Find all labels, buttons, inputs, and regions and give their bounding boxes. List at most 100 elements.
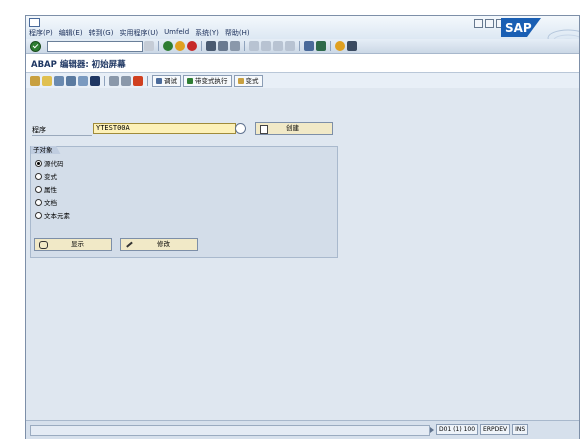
delete-icon[interactable] <box>109 76 119 86</box>
minimize-icon[interactable] <box>474 19 483 28</box>
last-page-icon[interactable] <box>285 41 295 51</box>
check-icon[interactable] <box>42 76 52 86</box>
main-content: 程序 YTEST00A 创建 子对象 源代码 变式 属性 文档 文本元素 显示 … <box>26 88 579 420</box>
execute-icon[interactable] <box>133 76 143 86</box>
display-label: 显示 <box>71 240 84 248</box>
save-icon[interactable] <box>144 41 154 51</box>
status-bar: D01 (1) 100 ERPDEV INS <box>26 420 579 439</box>
svg-text:SAP: SAP <box>505 21 532 35</box>
execute-variant-label: 带变式执行 <box>195 77 228 85</box>
variants-label: 变式 <box>245 77 259 85</box>
radio-label: 属性 <box>44 186 57 194</box>
radio-empty-icon <box>35 185 42 193</box>
menu-goto[interactable]: 转到(G) <box>89 28 114 38</box>
info-icon[interactable] <box>90 76 100 86</box>
menu-help[interactable]: 帮助(H) <box>225 28 250 38</box>
debug-label: 调试 <box>164 77 177 85</box>
search-help-icon[interactable] <box>235 123 246 134</box>
radio-text-elements[interactable]: 文本元素 <box>35 210 70 220</box>
radio-empty-icon <box>35 211 42 219</box>
new-session-icon[interactable] <box>304 41 314 51</box>
copy-icon[interactable] <box>121 76 131 86</box>
menu-utilities[interactable]: 实用程序(U) <box>119 28 158 38</box>
cancel-icon[interactable] <box>187 41 197 51</box>
menu-bar: 程序(P) 编辑(E) 转到(G) 实用程序(U) Umfeld 系统(Y) 帮… <box>29 28 250 38</box>
standard-toolbar <box>26 39 579 54</box>
execute-variant-icon <box>187 78 193 84</box>
status-fields: D01 (1) 100 ERPDEV INS <box>430 424 529 435</box>
where-used-icon[interactable] <box>78 76 88 86</box>
menu-edit[interactable]: 编辑(E) <box>59 28 83 38</box>
exit-icon[interactable] <box>175 41 185 51</box>
status-message-area <box>30 425 430 436</box>
find-next-icon[interactable] <box>230 41 240 51</box>
maximize-icon[interactable] <box>485 19 494 28</box>
display-glasses-icon <box>39 241 48 249</box>
application-toolbar-icons: 调试 带变式执行 变式 <box>30 75 263 87</box>
pencil-icon <box>124 239 133 248</box>
application-toolbar: 调试 带变式执行 变式 <box>26 73 579 89</box>
status-system: D01 (1) 100 <box>436 424 479 435</box>
first-page-icon[interactable] <box>249 41 259 51</box>
toolbar-separator <box>244 41 245 51</box>
status-server: ERPDEV <box>480 424 511 435</box>
create-icon <box>260 125 268 134</box>
back-icon[interactable] <box>163 41 173 51</box>
shortcut-icon[interactable] <box>316 41 326 51</box>
test-icon[interactable] <box>66 76 76 86</box>
layout-menu-icon[interactable] <box>347 41 357 51</box>
title-area: ABAP 编辑器: 初始屏幕 <box>26 54 579 73</box>
toolbar-separator <box>299 41 300 51</box>
toolbar-separator <box>158 41 159 51</box>
status-mode[interactable]: INS <box>512 424 529 435</box>
program-input[interactable]: YTEST00A <box>93 123 236 134</box>
variants-button[interactable]: 变式 <box>233 75 263 87</box>
radio-label: 变式 <box>44 173 57 181</box>
debug-button[interactable]: 调试 <box>152 75 181 87</box>
create-label: 创建 <box>286 124 299 132</box>
subobjects-group: 子对象 源代码 变式 属性 文档 文本元素 显示 修改 <box>30 146 338 258</box>
command-field[interactable] <box>47 41 143 52</box>
page-title: ABAP 编辑器: 初始屏幕 <box>31 60 126 70</box>
activate-icon[interactable] <box>54 76 64 86</box>
toolbar-separator <box>201 41 202 51</box>
debug-icon <box>156 78 162 84</box>
change-button[interactable]: 修改 <box>120 238 198 251</box>
radio-label: 文档 <box>44 199 57 207</box>
menu-program[interactable]: 程序(P) <box>29 28 53 38</box>
display-button[interactable]: 显示 <box>34 238 112 251</box>
radio-variants[interactable]: 变式 <box>35 171 57 181</box>
program-label: 程序 <box>32 125 92 136</box>
print-icon[interactable] <box>206 41 216 51</box>
radio-empty-icon <box>35 198 42 206</box>
toolbar-separator <box>104 76 105 86</box>
radio-empty-icon <box>35 172 42 180</box>
other-object-icon[interactable] <box>30 76 40 86</box>
toolbar-separator <box>147 76 148 86</box>
expand-status-icon[interactable] <box>430 426 434 433</box>
subobjects-title: 子对象 <box>31 146 61 154</box>
create-button[interactable]: 创建 <box>255 122 333 135</box>
radio-attributes[interactable]: 属性 <box>35 184 57 194</box>
next-page-icon[interactable] <box>273 41 283 51</box>
menu-system[interactable]: 系统(Y) <box>195 28 219 38</box>
previous-page-icon[interactable] <box>261 41 271 51</box>
sap-window-icon[interactable] <box>29 18 40 27</box>
execute-with-variant-button[interactable]: 带变式执行 <box>183 75 232 87</box>
change-label: 修改 <box>157 240 170 248</box>
standard-toolbar-icons <box>144 41 357 51</box>
toolbar-separator <box>330 41 331 51</box>
radio-selected-icon <box>35 159 42 167</box>
sap-logo: SAP <box>501 18 541 37</box>
title-bar: 程序(P) 编辑(E) 转到(G) 实用程序(U) Umfeld 系统(Y) 帮… <box>26 16 579 39</box>
enter-button[interactable] <box>30 41 41 52</box>
radio-label: 文本元素 <box>44 212 70 220</box>
sap-window: 程序(P) 编辑(E) 转到(G) 实用程序(U) Umfeld 系统(Y) 帮… <box>25 15 580 439</box>
menu-environment[interactable]: Umfeld <box>164 28 189 38</box>
help-icon[interactable] <box>335 41 345 51</box>
variants-icon <box>237 78 244 84</box>
radio-documentation[interactable]: 文档 <box>35 197 57 207</box>
find-icon[interactable] <box>218 41 228 51</box>
radio-label: 源代码 <box>44 160 64 168</box>
radio-source-code[interactable]: 源代码 <box>35 158 64 168</box>
